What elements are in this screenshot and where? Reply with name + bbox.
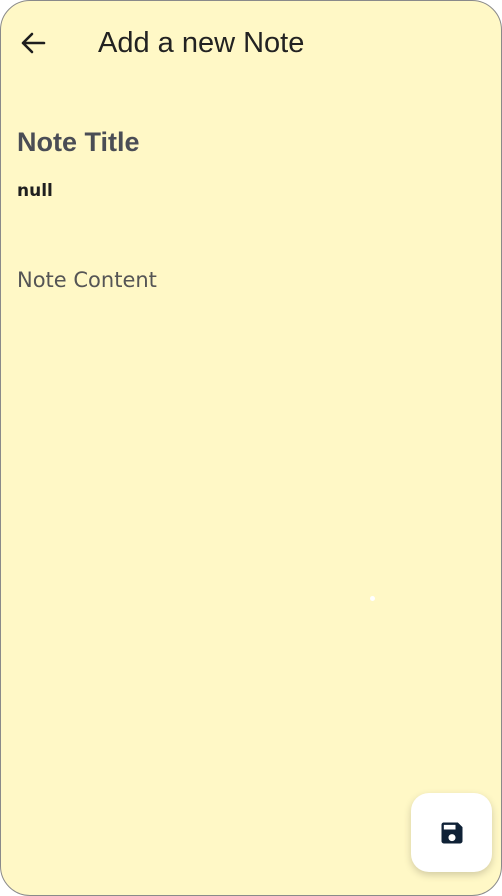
arrow-back-icon	[20, 31, 46, 55]
app-bar: Add a new Note	[1, 1, 501, 85]
background-dot	[370, 596, 375, 601]
save-icon	[438, 819, 466, 847]
null-text: null	[17, 181, 53, 201]
save-note-button[interactable]	[411, 793, 492, 872]
app-bar-title: Add a new Note	[98, 27, 305, 59]
note-editor-screen: Add a new Note Note Title null Note Cont…	[0, 0, 502, 896]
back-button[interactable]	[11, 23, 55, 63]
note-content-field[interactable]: Note Content	[17, 265, 485, 295]
note-title-field[interactable]: Note Title	[17, 123, 485, 161]
